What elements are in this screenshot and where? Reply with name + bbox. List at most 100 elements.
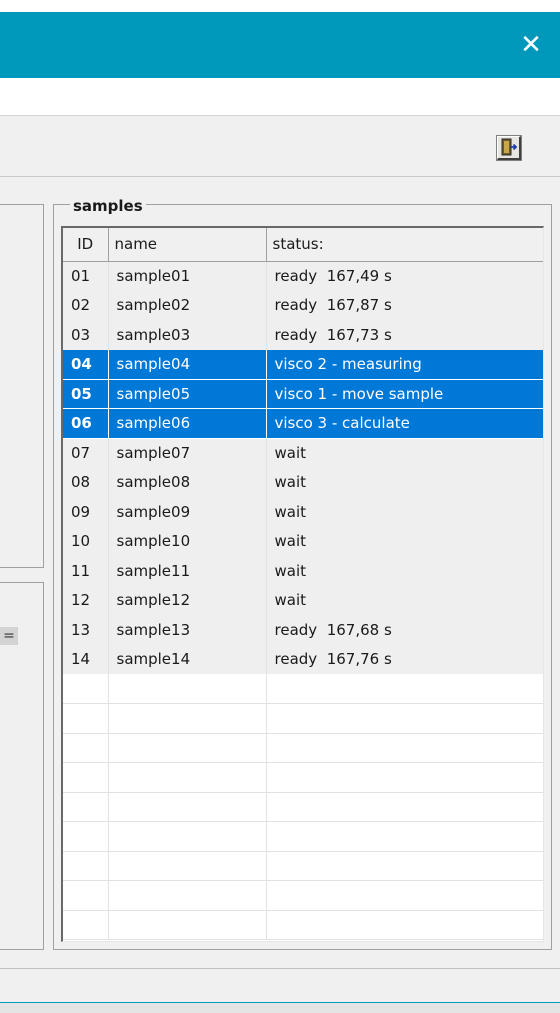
cell-name: sample02 [108, 290, 267, 320]
table-row[interactable]: 06 sample06 visco 3 - calculate [63, 408, 543, 439]
empty-row [63, 762, 543, 793]
status-bar [0, 968, 560, 1003]
cell-id: 02 [63, 290, 109, 320]
table-row[interactable]: 01 sample01 ready 167,49 s [63, 261, 543, 291]
cell-id: 10 [63, 526, 109, 556]
empty-cell [63, 762, 109, 793]
cell-status: visco 1 - move sample [266, 379, 543, 409]
empty-row [63, 910, 543, 940]
cell-status: wait [266, 556, 543, 586]
menu-bar [0, 78, 560, 116]
table-row[interactable]: 07 sample07 wait [63, 438, 543, 468]
column-header-id[interactable]: ID [63, 228, 109, 262]
cell-name: sample07 [108, 438, 267, 468]
table-row[interactable]: 02 sample02 ready 167,87 s [63, 290, 543, 320]
window-bottom-edge [0, 1002, 560, 1013]
empty-cell [266, 880, 543, 911]
cell-status: visco 2 - measuring [266, 349, 543, 380]
empty-cell [108, 703, 267, 734]
cell-id: 06 [63, 408, 109, 439]
table-row[interactable]: 04 sample04 visco 2 - measuring [63, 349, 543, 380]
table-row[interactable]: 03 sample03 ready 167,73 s [63, 320, 543, 350]
cell-id: 12 [63, 585, 109, 615]
cell-status: ready 167,68 s [266, 615, 543, 645]
empty-cell [108, 674, 267, 704]
close-button[interactable]: ✕ [502, 12, 560, 78]
cell-status: ready 167,87 s [266, 290, 543, 320]
empty-cell [108, 821, 267, 852]
cell-status: wait [266, 467, 543, 497]
cell-name: sample12 [108, 585, 267, 615]
cell-id: 11 [63, 556, 109, 586]
table-row[interactable]: 05 sample05 visco 1 - move sample [63, 379, 543, 409]
cell-name: sample05 [108, 379, 267, 409]
top-strip [0, 0, 560, 12]
table-row[interactable]: 12 sample12 wait [63, 585, 543, 615]
table-row[interactable]: 09 sample09 wait [63, 497, 543, 527]
empty-cell [108, 851, 267, 881]
cell-status: wait [266, 585, 543, 615]
table-row[interactable]: 14 sample14 ready 167,76 s [63, 644, 543, 674]
empty-cell [266, 733, 543, 763]
toolbar [0, 116, 560, 177]
exit-button[interactable] [496, 135, 522, 161]
empty-cell [63, 880, 109, 911]
table-row[interactable]: 08 sample08 wait [63, 467, 543, 497]
samples-group-title: samples [70, 196, 146, 216]
cell-id: 09 [63, 497, 109, 527]
empty-cell [63, 733, 109, 763]
empty-cell [108, 910, 267, 940]
samples-table[interactable]: ID name status: 01 sample01 ready 167,49 s… [61, 226, 544, 942]
empty-cell [108, 880, 267, 911]
table-header-row: ID name status: [63, 228, 543, 262]
cell-status: ready 167,73 s [266, 320, 543, 350]
empty-cell [266, 910, 543, 940]
empty-cell [63, 792, 109, 822]
left-panel-handle[interactable]: = [0, 627, 18, 645]
cell-status: wait [266, 497, 543, 527]
empty-cell [108, 762, 267, 793]
empty-row [63, 821, 543, 852]
table-row[interactable]: 11 sample11 wait [63, 556, 543, 586]
empty-cell [63, 821, 109, 852]
cell-name: sample08 [108, 467, 267, 497]
cell-status: wait [266, 438, 543, 468]
empty-cell [63, 851, 109, 881]
cell-status: wait [266, 526, 543, 556]
cell-id: 07 [63, 438, 109, 468]
table-row[interactable]: 13 sample13 ready 167,68 s [63, 615, 543, 645]
empty-cell [266, 851, 543, 881]
empty-row [63, 880, 543, 911]
empty-row [63, 792, 543, 822]
cell-name: sample06 [108, 408, 267, 439]
cell-name: sample09 [108, 497, 267, 527]
column-header-name[interactable]: name [108, 228, 267, 262]
table-row[interactable]: 10 sample10 wait [63, 526, 543, 556]
empty-row [63, 851, 543, 881]
column-header-status[interactable]: status: [266, 228, 543, 262]
cell-id: 05 [63, 379, 109, 409]
exit-door-icon [501, 138, 518, 156]
cell-status: visco 3 - calculate [266, 408, 543, 439]
cell-name: sample11 [108, 556, 267, 586]
cell-id: 13 [63, 615, 109, 645]
empty-cell [266, 674, 543, 704]
empty-cell [266, 703, 543, 734]
empty-cell [108, 733, 267, 763]
cell-name: sample13 [108, 615, 267, 645]
cell-name: sample14 [108, 644, 267, 674]
cell-status: ready 167,49 s [266, 261, 543, 291]
cell-id: 01 [63, 261, 109, 291]
empty-cell [266, 762, 543, 793]
left-panel-frame [0, 204, 44, 568]
empty-cell [108, 792, 267, 822]
empty-row [63, 674, 543, 704]
cell-name: sample10 [108, 526, 267, 556]
cell-status: ready 167,76 s [266, 644, 543, 674]
empty-cell [266, 821, 543, 852]
empty-cell [266, 792, 543, 822]
empty-cell [63, 674, 109, 704]
cell-id: 04 [63, 349, 109, 380]
title-bar: ✕ [0, 12, 560, 78]
empty-cell [63, 703, 109, 734]
